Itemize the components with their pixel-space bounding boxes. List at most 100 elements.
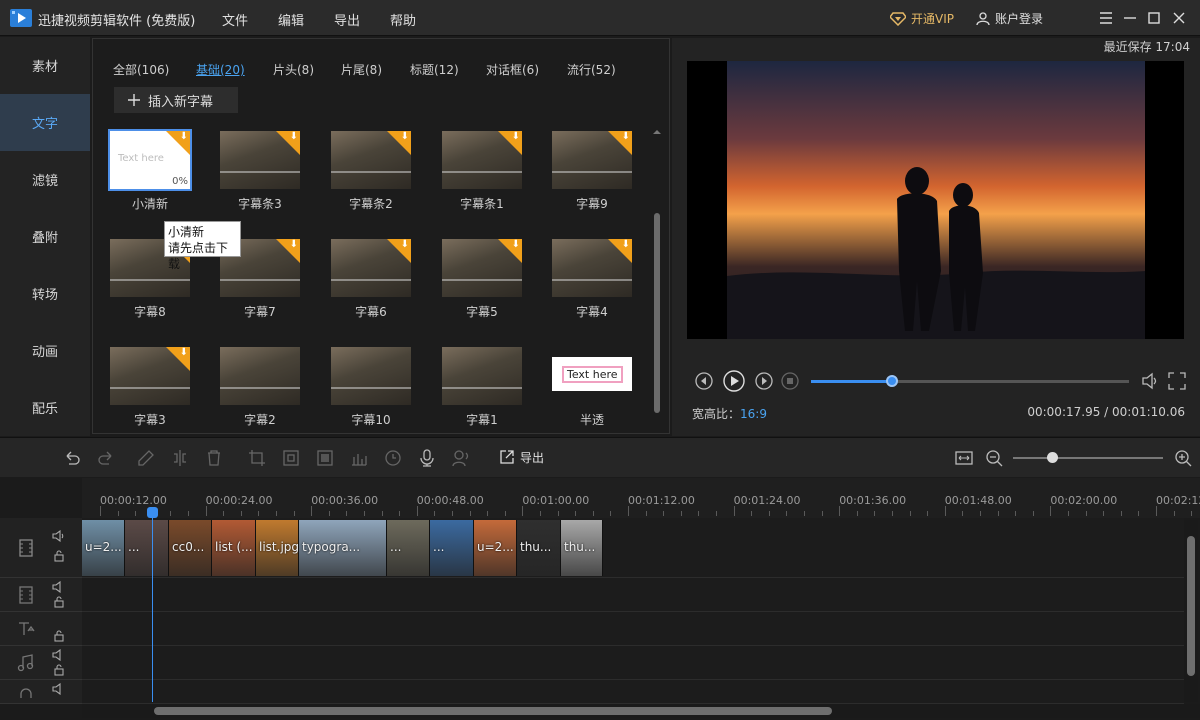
fullscreen-icon[interactable] (1167, 371, 1187, 391)
timeline-vertical-scrollbar[interactable] (1184, 520, 1198, 702)
sidebar-item-transitions[interactable]: 转场 (0, 265, 90, 322)
sidebar-item-media[interactable]: 素材 (0, 37, 90, 94)
horizontal-scroll-thumb[interactable] (154, 707, 832, 715)
timeline-clip[interactable]: cc0... (169, 520, 212, 576)
menu-export[interactable]: 导出 (334, 10, 360, 29)
delete-icon[interactable] (204, 448, 224, 468)
edit-icon[interactable] (136, 448, 156, 468)
lock-icon[interactable] (53, 630, 65, 642)
stop-icon[interactable] (780, 371, 800, 391)
tab-outro[interactable]: 片尾(8) (341, 61, 382, 78)
sidebar-item-filters[interactable]: 滤镜 (0, 151, 90, 208)
lock-icon[interactable] (53, 596, 65, 608)
timeline-clip[interactable]: u=2... (82, 520, 125, 576)
menu-file[interactable]: 文件 (222, 10, 248, 29)
play-icon[interactable] (722, 369, 746, 393)
split-icon[interactable] (170, 448, 190, 468)
vertical-scroll-thumb[interactable] (1187, 536, 1195, 676)
tab-popular[interactable]: 流行(52) (567, 61, 616, 78)
text-template-tile[interactable]: ⬇ (331, 239, 411, 297)
timeline-clip[interactable]: thu... (561, 520, 603, 576)
menu-edit[interactable]: 编辑 (278, 10, 304, 29)
voice-track[interactable] (82, 680, 1184, 704)
text-template-tile[interactable]: ⬇ (331, 131, 411, 189)
duration-icon[interactable] (383, 448, 403, 468)
speaker-icon[interactable] (52, 683, 66, 695)
text-template-tile[interactable]: Text here (552, 357, 632, 391)
tab-all[interactable]: 全部(106) (113, 61, 169, 78)
minimize-icon[interactable] (1121, 9, 1139, 27)
tab-intro[interactable]: 片头(8) (273, 61, 314, 78)
text-template-tile[interactable]: ⬇ (442, 239, 522, 297)
text-template-tile[interactable]: ⬇ (110, 347, 190, 405)
fit-timeline-icon[interactable] (954, 448, 974, 468)
speaker-icon[interactable] (52, 530, 66, 542)
vip-button[interactable]: 开通VIP (890, 10, 954, 27)
sidebar-item-text[interactable]: 文字 (0, 94, 90, 151)
text-track[interactable] (82, 612, 1184, 646)
lock-icon[interactable] (53, 550, 65, 562)
playhead-handle[interactable] (147, 507, 158, 518)
speaker-icon[interactable] (52, 649, 66, 661)
sidebar-item-animation[interactable]: 动画 (0, 322, 90, 379)
timeline-clip[interactable]: ... (387, 520, 430, 576)
filter-icon[interactable] (315, 448, 335, 468)
text-template-tile[interactable]: ⬇ (220, 131, 300, 189)
volume-icon[interactable] (1140, 371, 1160, 391)
timeline-clip[interactable]: u=2... (474, 520, 517, 576)
zoom-out-icon[interactable] (984, 448, 1004, 468)
sidebar-item-music[interactable]: 配乐 (0, 379, 90, 436)
lock-icon[interactable] (53, 664, 65, 676)
tab-title[interactable]: 标题(12) (410, 61, 459, 78)
hamburger-menu-icon[interactable] (1097, 9, 1115, 27)
zoom-slider[interactable] (1013, 452, 1163, 463)
mosaic-icon[interactable] (281, 448, 301, 468)
text-template-tile[interactable]: Text here ⬇ 0% (108, 129, 192, 191)
timeline-clip[interactable]: typogra... (299, 520, 387, 576)
insert-subtitle-button[interactable]: 插入新字幕 (114, 87, 238, 113)
redo-icon[interactable] (96, 448, 116, 468)
tab-basic[interactable]: 基础(20) (196, 61, 245, 78)
timeline-clip[interactable]: list (... (212, 520, 256, 576)
timeline-clip[interactable]: ... (430, 520, 474, 576)
playhead-line[interactable] (152, 512, 153, 702)
sidebar-item-overlay[interactable]: 叠附 (0, 208, 90, 265)
playback-scrubber[interactable] (886, 375, 899, 387)
audio-levels-icon[interactable] (349, 448, 369, 468)
close-icon[interactable] (1170, 9, 1188, 27)
account-login-button[interactable]: 账户登录 (976, 10, 1043, 27)
text-template-tile[interactable] (331, 347, 411, 405)
video-track[interactable]: u=2...... cc0... list (... list.jpg typogra.… (82, 518, 1184, 578)
speaker-icon[interactable] (52, 581, 66, 593)
previous-frame-icon[interactable] (694, 371, 714, 391)
timeline-ruler[interactable]: 00:00:12.00 00:00:24.00 00:00:36.00 00:00:4… (82, 478, 1200, 518)
text-template-tile[interactable]: ⬇ (552, 131, 632, 189)
aspect-ratio-value[interactable]: 16:9 (740, 407, 767, 421)
undo-icon[interactable] (62, 448, 82, 468)
timeline-horizontal-scrollbar[interactable] (82, 704, 1200, 718)
tab-dialog[interactable]: 对话框(6) (486, 61, 539, 78)
export-button[interactable]: 导出 (498, 448, 544, 466)
text-template-tile[interactable] (442, 347, 522, 405)
library-scroll-thumb[interactable] (654, 213, 660, 413)
timeline-clip[interactable]: list.jpg (256, 520, 299, 576)
aspect-ratio[interactable]: 宽高比：16:9 (692, 405, 767, 422)
music-track[interactable] (82, 646, 1184, 680)
next-frame-icon[interactable] (754, 371, 774, 391)
menu-help[interactable]: 帮助 (390, 10, 416, 29)
microphone-icon[interactable] (417, 448, 437, 468)
zoom-slider-knob[interactable] (1047, 452, 1058, 463)
text-template-tile[interactable] (220, 347, 300, 405)
scroll-up-icon[interactable] (651, 127, 663, 137)
text-template-tile[interactable]: ⬇ (552, 239, 632, 297)
overlay-track[interactable] (82, 578, 1184, 612)
maximize-icon[interactable] (1145, 9, 1163, 27)
timeline-clip[interactable]: thu... (517, 520, 561, 576)
zoom-in-icon[interactable] (1173, 448, 1193, 468)
crop-icon[interactable] (247, 448, 267, 468)
voiceover-icon[interactable] (451, 448, 471, 468)
text-template-tile[interactable]: ⬇ (442, 131, 522, 189)
playback-progress[interactable] (811, 375, 1129, 387)
library-scrollbar[interactable] (651, 127, 663, 429)
timeline-clip[interactable]: ... (125, 520, 169, 576)
